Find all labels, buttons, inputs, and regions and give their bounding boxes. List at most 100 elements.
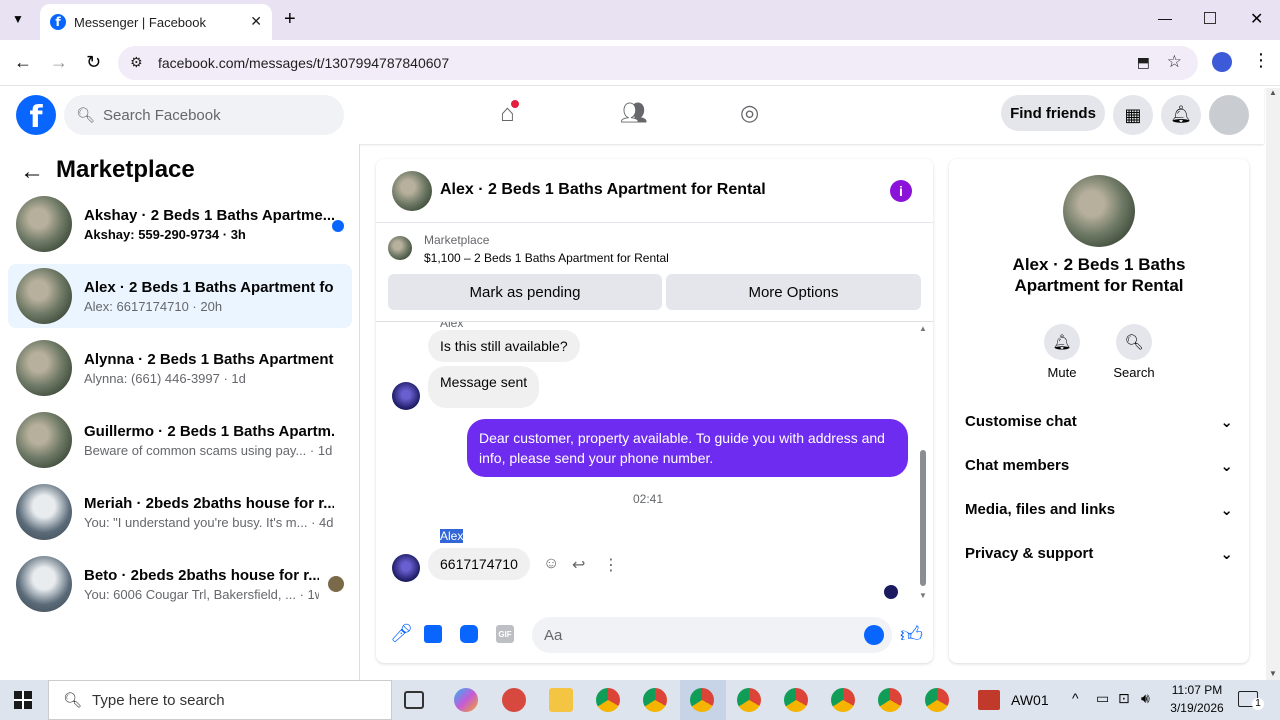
- listing-thumbnail: [16, 412, 72, 468]
- facebook-logo-icon[interactable]: f: [16, 95, 56, 135]
- install-app-icon[interactable]: ⬒: [1137, 54, 1150, 71]
- more-options-button[interactable]: More Options: [666, 274, 921, 310]
- friends-nav-icon[interactable]: 👥︎: [620, 100, 648, 126]
- gif-icon[interactable]: GIF: [496, 625, 514, 643]
- listing-source: Marketplace: [424, 233, 490, 247]
- listing-thumbnail-small[interactable]: [388, 236, 412, 260]
- reply-icon[interactable]: ↩: [572, 555, 585, 575]
- notifications-bell-icon[interactable]: 🔔︎: [1161, 95, 1201, 135]
- search-chat-button[interactable]: 🔍︎: [1116, 324, 1152, 360]
- chevron-down-icon: ⌄: [1220, 502, 1233, 519]
- copilot-icon[interactable]: [454, 688, 478, 712]
- react-emoji-icon[interactable]: ☺: [543, 555, 559, 573]
- bookmark-star-icon[interactable]: ☆: [1167, 52, 1182, 72]
- tab-search-chevron-icon[interactable]: ▼: [12, 12, 24, 26]
- chat-avatar[interactable]: [392, 171, 432, 211]
- minimize-icon[interactable]: —: [1158, 10, 1172, 26]
- chat-panel: Alex · 2 Beds 1 Baths Apartment for Rent…: [376, 159, 933, 663]
- notification-count: 1: [1252, 698, 1264, 710]
- site-info-icon[interactable]: ⚙: [130, 54, 143, 71]
- chrome-icon[interactable]: [596, 688, 620, 712]
- back-icon[interactable]: ←: [14, 52, 32, 73]
- restore-icon[interactable]: [1204, 12, 1216, 24]
- incoming-message[interactable]: 6617174710: [428, 548, 530, 580]
- task-view-icon[interactable]: [404, 691, 424, 709]
- file-explorer-icon[interactable]: [549, 688, 573, 712]
- conversation-item[interactable]: Guillermo · 2 Beds 1 Baths Apartm... Bewa…: [8, 408, 352, 472]
- chat-title[interactable]: Alex · 2 Beds 1 Baths Apartment for Rent…: [440, 181, 766, 199]
- chrome-icon[interactable]: [784, 688, 808, 712]
- menu-grid-icon[interactable]: ▦: [1113, 95, 1153, 135]
- conversation-item[interactable]: Akshay · 2 Beds 1 Baths Apartme... Akshay…: [8, 192, 352, 256]
- forward-icon[interactable]: →: [50, 52, 68, 73]
- back-arrow-icon[interactable]: ←: [20, 158, 44, 186]
- scroll-up-icon[interactable]: ▲: [918, 324, 928, 333]
- chrome-icon[interactable]: [690, 688, 714, 712]
- page-scroll-up-icon[interactable]: ▲: [1266, 88, 1280, 97]
- browser-menu-icon[interactable]: ⋮: [1252, 50, 1270, 71]
- clock-date[interactable]: 3/19/2026: [1166, 701, 1228, 715]
- url-field[interactable]: ⚙ facebook.com/messages/t/13079947878406…: [118, 46, 1198, 80]
- info-icon[interactable]: i: [890, 180, 912, 202]
- listing-thumbnail: [16, 196, 72, 252]
- microphone-icon[interactable]: 🎤︎: [390, 623, 413, 644]
- emoji-icon[interactable]: [864, 625, 884, 645]
- scrollbar[interactable]: ▲ ▼: [918, 324, 928, 600]
- conversation-preview: Alex: 6617174710 · 20h: [84, 298, 223, 314]
- home-notification-dot: [510, 100, 519, 108]
- conversation-item[interactable]: Meriah · 2beds 2baths house for r... You:…: [8, 480, 352, 544]
- taskbar-search-box[interactable]: 🔍︎ Type here to search: [48, 680, 392, 720]
- incoming-message[interactable]: Message sent: [428, 366, 540, 408]
- privacy-support-row[interactable]: Privacy & support ⌄: [965, 545, 1233, 563]
- profile-avatar-icon[interactable]: [1212, 52, 1232, 72]
- mark-as-pending-button[interactable]: Mark as pending: [388, 274, 662, 310]
- incoming-message[interactable]: Is this still available?: [428, 330, 580, 362]
- reload-icon[interactable]: ↻: [86, 52, 101, 73]
- groups-nav-icon[interactable]: ◎: [740, 100, 759, 126]
- chrome-icon[interactable]: [925, 688, 949, 712]
- facebook-search-field[interactable]: 🔍︎ Search Facebook: [64, 95, 344, 135]
- section-label: Privacy & support: [965, 545, 1094, 562]
- page-scrollbar[interactable]: ▲ ▼: [1266, 88, 1280, 680]
- chrome-icon[interactable]: [831, 688, 855, 712]
- clock-time[interactable]: 11:07 PM: [1170, 683, 1224, 697]
- mute-button[interactable]: 🔔︎: [1044, 324, 1080, 360]
- tab-title: Messenger | Facebook: [74, 14, 206, 30]
- browser-tab[interactable]: f Messenger | Facebook ✕: [40, 4, 272, 40]
- page-scroll-down-icon[interactable]: ▼: [1266, 669, 1280, 678]
- info-avatar: [1063, 175, 1135, 247]
- volume-icon[interactable]: 🔊︎: [1141, 690, 1150, 707]
- customise-chat-row[interactable]: Customise chat ⌄: [965, 413, 1233, 431]
- windows-start-icon[interactable]: [14, 691, 32, 709]
- message-more-icon[interactable]: ⋮: [603, 555, 619, 575]
- chrome-icon[interactable]: [737, 688, 761, 712]
- chevron-down-icon: ⌄: [1220, 546, 1233, 563]
- conversation-item[interactable]: Alex · 2 Beds 1 Baths Apartment fo... Ale…: [8, 264, 352, 328]
- app-icon[interactable]: [502, 688, 526, 712]
- find-friends-button[interactable]: Find friends: [1001, 95, 1105, 131]
- scroll-down-icon[interactable]: ▼: [918, 591, 928, 600]
- show-hidden-icons[interactable]: ^: [1072, 690, 1079, 706]
- home-nav-icon[interactable]: ⌂: [500, 100, 519, 128]
- close-tab-icon[interactable]: ✕: [250, 13, 262, 30]
- scrollbar-thumb[interactable]: [920, 450, 926, 586]
- conversation-item[interactable]: Alynna · 2 Beds 1 Baths Apartment... Alyn…: [8, 336, 352, 400]
- sticker-icon[interactable]: [460, 625, 478, 643]
- window-close-icon[interactable]: ✕: [1250, 9, 1263, 29]
- photo-icon[interactable]: [424, 625, 442, 643]
- chrome-icon[interactable]: [643, 688, 667, 712]
- conversation-item[interactable]: Beto · 2beds 2baths house for r... You: 6…: [8, 552, 352, 616]
- browser-tab-strip: ▼ f Messenger | Facebook ✕ + — ✕: [0, 0, 1280, 40]
- listing-description[interactable]: $1,100 – 2 Beds 1 Baths Apartment for Re…: [424, 251, 669, 265]
- outgoing-message[interactable]: Dear customer, property available. To gu…: [467, 419, 908, 477]
- chrome-icon[interactable]: [878, 688, 902, 712]
- network-icon[interactable]: ▭: [1096, 690, 1109, 707]
- thumbs-up-icon[interactable]: 👍︎: [900, 621, 923, 648]
- account-avatar[interactable]: [1209, 95, 1249, 135]
- stock-chart-icon[interactable]: [978, 690, 1000, 710]
- chat-members-row[interactable]: Chat members ⌄: [965, 457, 1233, 475]
- wifi-icon[interactable]: ⊡: [1118, 690, 1130, 707]
- message-input[interactable]: Aa: [532, 617, 892, 653]
- new-tab-icon[interactable]: +: [284, 8, 296, 31]
- media-files-row[interactable]: Media, files and links ⌄: [965, 501, 1233, 519]
